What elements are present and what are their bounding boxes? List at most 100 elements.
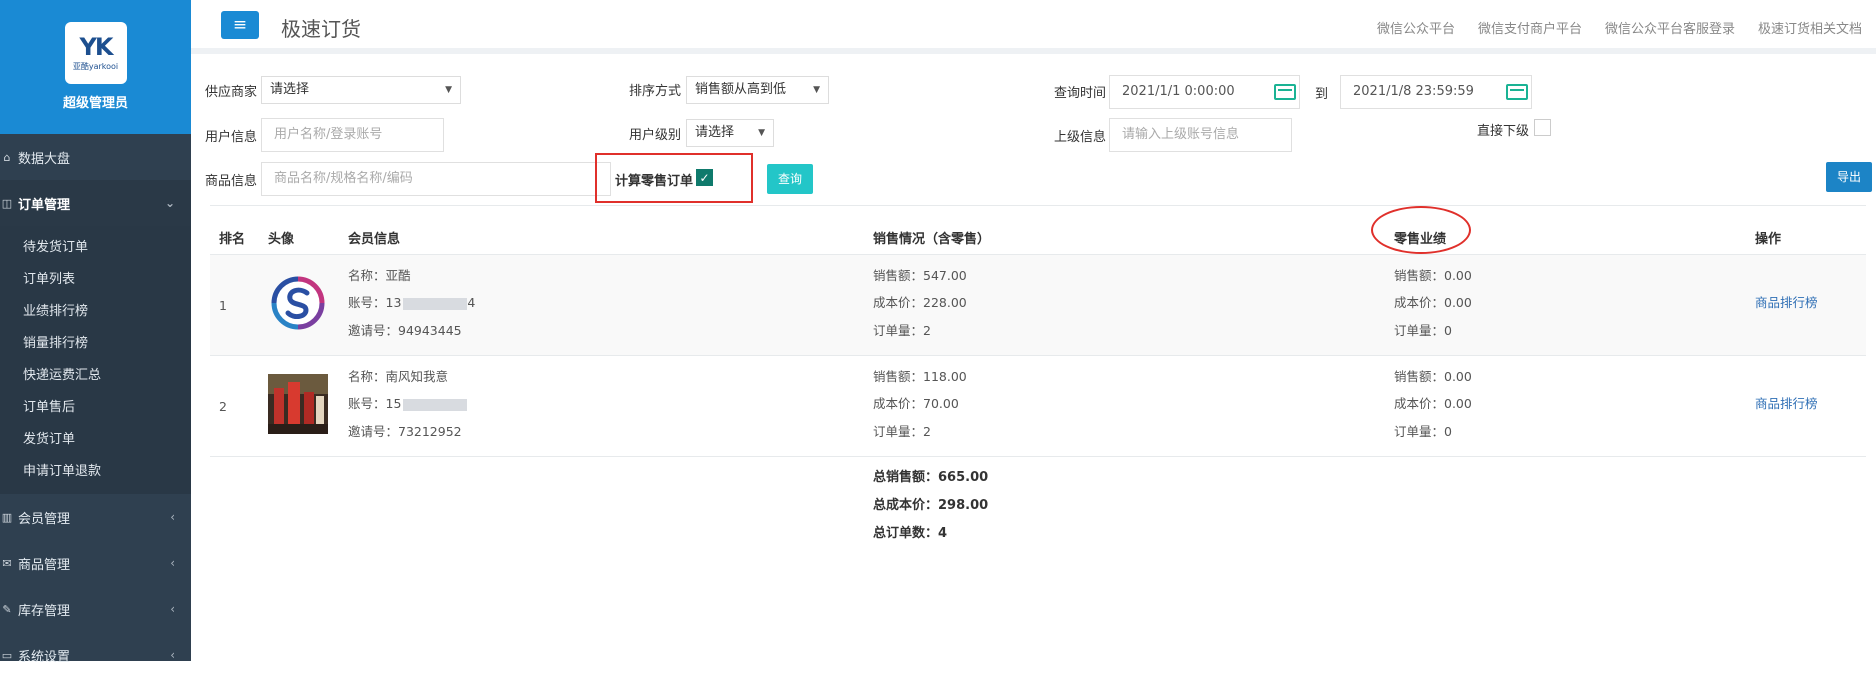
- chevron-left-icon: ‹: [170, 648, 175, 662]
- product-ranking-link[interactable]: 商品排行榜: [1755, 292, 1818, 311]
- sidebar-subitem-after-sales[interactable]: 订单售后: [0, 392, 191, 424]
- export-button[interactable]: 导出: [1826, 162, 1872, 192]
- calendar-icon[interactable]: [1274, 84, 1296, 100]
- level-select[interactable]: 请选择 ▼: [686, 119, 774, 147]
- chart-icon: ▥: [1, 510, 13, 524]
- top-header: ≡ 极速订货 微信公众平台 微信支付商户平台 微信公众平台客服登录 极速订货相关…: [191, 0, 1876, 54]
- sidebar-item-dashboard[interactable]: ⌂ 数据大盘: [0, 134, 191, 180]
- brand-area: YK 亚酷yarkooi 超级管理员: [0, 0, 191, 134]
- product-label: 商品信息: [205, 174, 258, 189]
- retail-cost: 成本价：0.00: [1394, 295, 1472, 310]
- orders-submenu: 待发货订单 订单列表 业绩排行榜 销量排行榜 快递运费汇总 订单售后 发货订单 …: [0, 226, 191, 494]
- header-avatar: 头像: [268, 232, 295, 247]
- sidebar: YK 亚酷yarkooi 超级管理员 ⌂ 数据大盘 ◫ 订单管理 ⌄ 待发货订单…: [0, 0, 191, 665]
- link-wechat-platform[interactable]: 微信公众平台: [1377, 18, 1455, 37]
- member-name: 名称：亚酷: [348, 268, 411, 283]
- level-label: 用户级别: [629, 128, 682, 143]
- sales-amount: 销售额：547.00: [873, 268, 967, 283]
- parent-input[interactable]: 请输入上级账号信息: [1109, 118, 1292, 152]
- order-icon: ◫: [1, 196, 13, 210]
- header-rank: 排名: [219, 232, 246, 247]
- chevron-left-icon: ‹: [170, 602, 175, 616]
- sidebar-subitem-pending[interactable]: 待发货订单: [0, 232, 191, 264]
- calendar-icon[interactable]: [1506, 84, 1528, 100]
- dropdown-caret-icon: ▼: [445, 85, 452, 95]
- supplier-select[interactable]: 请选择 ▼: [261, 76, 461, 104]
- sidebar-subitem-order-list[interactable]: 订单列表: [0, 264, 191, 296]
- sidebar-subitem-shipped-orders[interactable]: 发货订单: [0, 424, 191, 456]
- supplier-label: 供应商家: [205, 85, 258, 100]
- table-bottom-divider: [210, 456, 1866, 457]
- query-button[interactable]: 查询: [767, 164, 813, 194]
- order-count: 订单量：2: [873, 424, 931, 439]
- redacted-mask: [403, 297, 468, 310]
- avatar: [268, 273, 328, 333]
- retail-sales: 销售额：0.00: [1394, 369, 1472, 384]
- sidebar-subitem-sales-rank[interactable]: 销量排行榜: [0, 328, 191, 360]
- retail-sales: 销售额：0.00: [1394, 268, 1472, 283]
- retail-orders: 订单量：0: [1394, 424, 1452, 439]
- order-count: 订单量：2: [873, 323, 931, 338]
- sidebar-nav: ⌂ 数据大盘 ◫ 订单管理 ⌄ 待发货订单 订单列表 业绩排行榜 销量排行榜 快…: [0, 134, 191, 678]
- member-invite: 邀请号：94943445: [348, 323, 462, 338]
- retail-order-label: 计算零售订单: [615, 174, 694, 189]
- dropdown-caret-icon: ▼: [758, 128, 765, 138]
- sort-label: 排序方式: [629, 84, 682, 99]
- total-cost: 总成本价：298.00: [873, 498, 989, 513]
- table-top-divider: [210, 205, 1866, 206]
- top-links: 微信公众平台 微信支付商户平台 微信公众平台客服登录 极速订货相关文档: [1377, 18, 1862, 37]
- member-name: 名称：南风知我意: [348, 369, 449, 384]
- retail-order-checkbox[interactable]: ✓: [696, 169, 713, 186]
- link-wechat-service-login[interactable]: 微信公众平台客服登录: [1605, 18, 1735, 37]
- user-input[interactable]: 用户名称/登录账号: [261, 118, 444, 152]
- start-time-input[interactable]: 2021/1/1 0:00:00: [1109, 75, 1300, 109]
- header-sales: 销售情况（含零售）: [873, 232, 991, 247]
- monitor-icon: ▭: [1, 648, 13, 662]
- menu-toggle-button[interactable]: ≡: [221, 11, 259, 39]
- sidebar-item-orders[interactable]: ◫ 订单管理 ⌄: [0, 180, 191, 226]
- sidebar-item-inventory[interactable]: ✎ 库存管理 ‹: [0, 586, 191, 632]
- link-wechat-pay[interactable]: 微信支付商户平台: [1478, 18, 1582, 37]
- highlight-oval: [1371, 206, 1471, 254]
- sidebar-subitem-shipping-summary[interactable]: 快递运费汇总: [0, 360, 191, 392]
- user-label: 用户信息: [205, 130, 258, 145]
- cost-amount: 成本价：70.00: [873, 396, 959, 411]
- chevron-left-icon: ‹: [170, 556, 175, 570]
- product-input[interactable]: 商品名称/规格名称/编码: [261, 162, 611, 196]
- sidebar-subitem-refund-request[interactable]: 申请订单退款: [0, 456, 191, 488]
- company-logo: YK 亚酷yarkooi: [64, 22, 127, 84]
- row-rank: 2: [219, 399, 227, 414]
- end-time-input[interactable]: 2021/1/8 23:59:59: [1340, 75, 1532, 109]
- sidebar-subitem-performance-rank[interactable]: 业绩排行榜: [0, 296, 191, 328]
- admin-role-title: 超级管理员: [62, 96, 128, 111]
- time-label: 查询时间: [1054, 86, 1107, 101]
- member-account: 账号：15: [348, 393, 468, 412]
- hamburger-icon: ≡: [232, 15, 248, 35]
- chevron-left-icon: ‹: [170, 510, 175, 524]
- avatar: [268, 374, 328, 434]
- member-invite: 邀请号：73212952: [348, 424, 462, 439]
- parent-label: 上级信息: [1054, 130, 1107, 145]
- dropdown-caret-icon: ▼: [813, 85, 820, 95]
- retail-orders: 订单量：0: [1394, 323, 1452, 338]
- direct-sub-label: 直接下级: [1477, 124, 1530, 139]
- retail-cost: 成本价：0.00: [1394, 396, 1472, 411]
- sort-select[interactable]: 销售额从高到低 ▼: [686, 76, 829, 104]
- page-title: 极速订货: [281, 17, 361, 41]
- dashboard-icon: ⌂: [3, 150, 11, 164]
- total-orders: 总订单数：4: [873, 526, 948, 541]
- sidebar-item-members[interactable]: ▥ 会员管理 ‹: [0, 494, 191, 540]
- sidebar-item-products[interactable]: ✉ 商品管理 ‹: [0, 540, 191, 586]
- header-actions: 操作: [1755, 232, 1782, 247]
- chevron-down-icon: ⌄: [164, 196, 175, 210]
- link-docs[interactable]: 极速订货相关文档: [1758, 18, 1862, 37]
- row-rank: 1: [219, 298, 227, 313]
- mail-icon: ✉: [2, 556, 12, 570]
- direct-sub-checkbox[interactable]: [1534, 119, 1551, 136]
- edit-icon: ✎: [2, 602, 12, 616]
- sidebar-item-settings[interactable]: ▭ 系统设置 ‹: [0, 632, 191, 678]
- cost-amount: 成本价：228.00: [873, 295, 967, 310]
- member-account: 账号：13 4: [348, 295, 476, 310]
- time-to-label: 到: [1315, 87, 1329, 102]
- product-ranking-link[interactable]: 商品排行榜: [1755, 393, 1818, 412]
